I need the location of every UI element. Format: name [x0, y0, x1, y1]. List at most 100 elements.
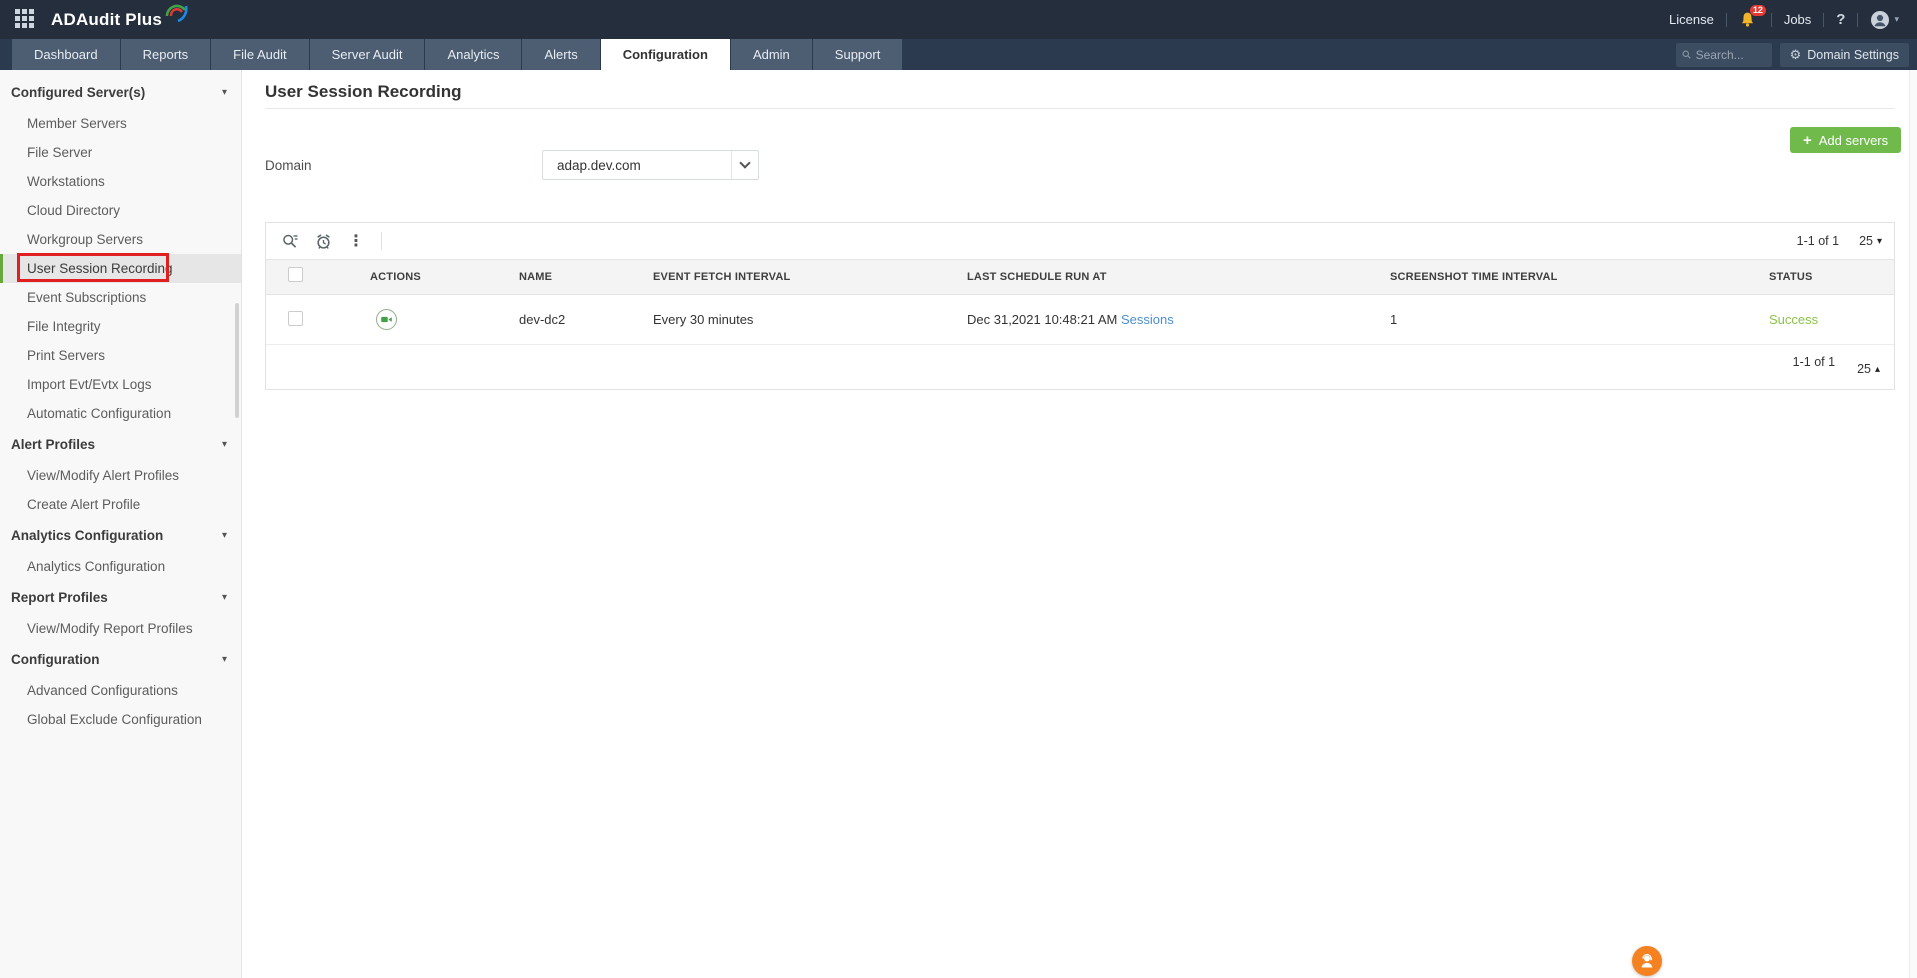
tab-analytics[interactable]: Analytics — [425, 39, 522, 70]
sidebar-scrollbar-thumb[interactable] — [235, 303, 239, 418]
window-scrollbar[interactable] — [1909, 70, 1917, 978]
row-checkbox[interactable] — [288, 310, 303, 326]
domain-settings-label: Domain Settings — [1807, 47, 1899, 62]
jobs-link[interactable]: Jobs — [1784, 12, 1811, 27]
filter-search-icon[interactable] — [280, 231, 300, 251]
add-servers-button[interactable]: + Add servers — [1790, 127, 1902, 153]
global-search[interactable] — [1675, 42, 1772, 67]
tab-configuration[interactable]: Configuration — [600, 39, 730, 70]
session-recording-camera-icon[interactable] — [376, 309, 397, 330]
tab-dashboard[interactable]: Dashboard — [12, 39, 120, 70]
sidebar-item-label: User Session Recording — [27, 261, 173, 276]
sidebar-item-import-evt-logs[interactable]: Import Evt/Evtx Logs — [0, 370, 241, 399]
sidebar-item-analytics-configuration[interactable]: Analytics Configuration — [0, 552, 241, 581]
sidebar-section-configured-servers[interactable]: Configured Server(s) ▾ — [0, 76, 241, 109]
main-nav: Dashboard Reports File Audit Server Audi… — [0, 39, 1917, 70]
sidebar-section-analytics-configuration[interactable]: Analytics Configuration ▾ — [0, 519, 241, 552]
sidebar-item-advanced-configurations[interactable]: Advanced Configurations — [0, 676, 241, 705]
tab-file-audit[interactable]: File Audit — [211, 39, 309, 70]
caret-down-icon: ▾ — [1894, 14, 1899, 24]
sidebar-item-print-servers[interactable]: Print Servers — [0, 341, 241, 370]
divider — [1725, 12, 1727, 27]
notifications-bell-icon[interactable]: 12 — [1739, 4, 1766, 29]
user-menu[interactable]: ▾ — [1870, 10, 1899, 30]
sidebar-item-member-servers[interactable]: Member Servers — [0, 109, 241, 138]
search-input[interactable] — [1695, 47, 1766, 62]
divider — [1770, 12, 1772, 27]
tab-server-audit[interactable]: Server Audit — [309, 39, 425, 70]
sidebar-item-user-session-recording[interactable]: User Session Recording — [0, 253, 241, 283]
search-icon — [1682, 50, 1691, 59]
column-header-name: NAME — [519, 271, 553, 283]
schedule-alarm-icon[interactable] — [313, 231, 333, 251]
sidebar-section-label: Analytics Configuration — [11, 528, 164, 543]
notification-count-badge: 12 — [1749, 4, 1766, 16]
cell-screenshot-time-interval: 1 — [1390, 312, 1398, 327]
sidebar-section-label: Report Profiles — [11, 590, 108, 605]
tab-reports[interactable]: Reports — [120, 39, 211, 70]
sidebar-item-cloud-directory[interactable]: Cloud Directory — [0, 196, 241, 225]
sidebar-item-file-integrity[interactable]: File Integrity — [0, 312, 241, 341]
table-panel: ⋮ 1-1 of 1 25 ▾ ACTIONS NAME EVENT FETCH… — [265, 222, 1895, 390]
support-chat-bubble[interactable] — [1632, 946, 1662, 976]
sidebar-item-workgroup-servers[interactable]: Workgroup Servers — [0, 225, 241, 254]
sidebar-item-event-subscriptions[interactable]: Event Subscriptions — [0, 283, 241, 312]
column-header-actions: ACTIONS — [370, 271, 421, 283]
gear-icon: ⚙ — [1789, 47, 1802, 62]
dropdown-caret-segment[interactable] — [731, 151, 758, 179]
page-size-dropdown[interactable]: 25 ▾ — [1859, 234, 1882, 248]
brand-swoosh-icon — [165, 4, 188, 22]
page-size-value: 25 — [1857, 362, 1871, 376]
caret-down-icon: ▾ — [1876, 235, 1882, 247]
table-footer: 1-1 of 1 25 ▴ — [266, 345, 1894, 389]
pagination-range: 1-1 of 1 — [1796, 234, 1840, 248]
table-row: dev-dc2 Every 30 minutes Dec 31,2021 10:… — [266, 295, 1894, 345]
sidebar-item-file-server[interactable]: File Server — [0, 138, 241, 167]
column-header-screenshot-time-interval: SCREENSHOT TIME INTERVAL — [1390, 271, 1558, 283]
brand-text: ADAudit Plus — [51, 9, 163, 29]
sessions-link[interactable]: Sessions — [1121, 312, 1174, 327]
divider — [1857, 12, 1859, 27]
divider — [1823, 12, 1825, 27]
sidebar-item-global-exclude-configuration[interactable]: Global Exclude Configuration — [0, 705, 241, 734]
divider — [381, 232, 382, 250]
app-grid-icon[interactable] — [15, 8, 37, 31]
sidebar-section-report-profiles[interactable]: Report Profiles ▾ — [0, 581, 241, 614]
domain-select[interactable]: adap.dev.com — [542, 150, 759, 180]
tab-alerts[interactable]: Alerts — [522, 39, 600, 70]
domain-settings-button[interactable]: ⚙ Domain Settings — [1779, 42, 1909, 67]
main-content: User Session Recording Domain adap.dev.c… — [242, 70, 1917, 978]
sidebar-item-view-modify-alert-profiles[interactable]: View/Modify Alert Profiles — [0, 461, 241, 490]
tab-support[interactable]: Support — [812, 39, 903, 70]
sidebar-section-configuration[interactable]: Configuration ▾ — [0, 643, 241, 676]
select-all-checkbox[interactable] — [288, 267, 303, 282]
sidebar-section-alert-profiles[interactable]: Alert Profiles ▾ — [0, 428, 241, 461]
sidebar-item-workstations[interactable]: Workstations — [0, 167, 241, 196]
domain-selected-value: adap.dev.com — [557, 157, 641, 173]
tab-admin[interactable]: Admin — [730, 39, 812, 70]
headset-person-icon — [1641, 953, 1653, 968]
add-servers-label: Add servers — [1818, 132, 1889, 148]
avatar-icon — [1871, 10, 1890, 29]
help-icon[interactable]: ? — [1836, 11, 1845, 28]
kebab-menu-icon[interactable]: ⋮ — [346, 231, 366, 251]
page-size-dropdown[interactable]: 25 ▴ — [1857, 362, 1880, 376]
sidebar-item-automatic-configuration[interactable]: Automatic Configuration — [0, 399, 241, 428]
table-toolbar: ⋮ 1-1 of 1 25 ▾ — [266, 223, 1894, 259]
sidebar-item-create-alert-profile[interactable]: Create Alert Profile — [0, 490, 241, 519]
table-header-row: ACTIONS NAME EVENT FETCH INTERVAL LAST S… — [266, 259, 1894, 295]
last-run-timestamp: Dec 31,2021 10:48:21 AM — [967, 312, 1118, 327]
column-header-event-fetch-interval: EVENT FETCH INTERVAL — [653, 271, 791, 283]
chevron-down-icon: ▾ — [221, 530, 227, 541]
column-header-last-schedule-run-at: LAST SCHEDULE RUN AT — [967, 271, 1107, 283]
brand-logo: ADAudit Plus — [51, 4, 192, 30]
license-link[interactable]: License — [1669, 12, 1714, 27]
cell-name: dev-dc2 — [519, 312, 566, 327]
sidebar-section-label: Alert Profiles — [11, 437, 96, 452]
sidebar-section-label: Configuration — [11, 652, 100, 667]
chevron-down-icon — [739, 157, 751, 169]
sidebar-item-view-modify-report-profiles[interactable]: View/Modify Report Profiles — [0, 614, 241, 643]
cell-status: Success — [1769, 312, 1819, 327]
chevron-down-icon: ▾ — [221, 592, 227, 603]
pagination-range: 1-1 of 1 — [1792, 355, 1836, 369]
